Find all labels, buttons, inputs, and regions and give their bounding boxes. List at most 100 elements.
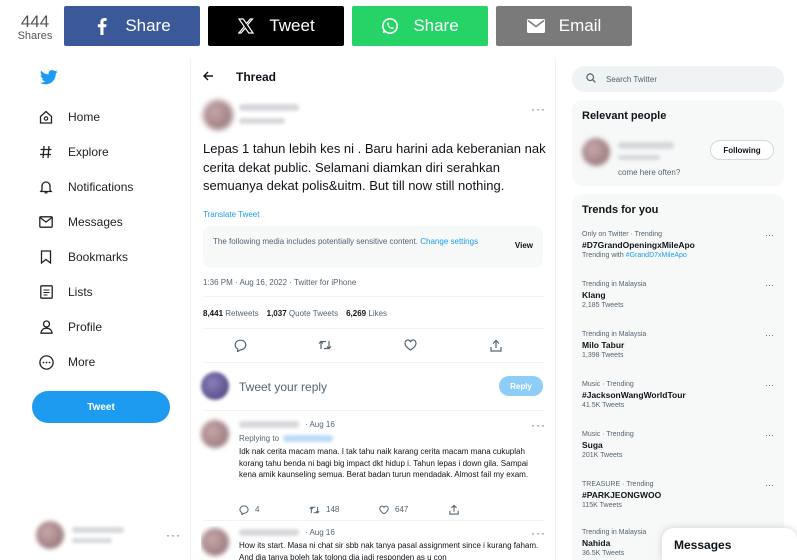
nav-item-more[interactable]: More bbox=[38, 351, 95, 373]
share-count-label: Shares bbox=[17, 30, 53, 42]
replying-to: Replying to bbox=[239, 434, 334, 443]
home-icon bbox=[38, 109, 54, 125]
search-input[interactable]: Search Twitter bbox=[572, 66, 784, 92]
reply-share[interactable] bbox=[449, 504, 519, 515]
like-icon[interactable] bbox=[404, 338, 418, 352]
translate-tweet-link[interactable]: Translate Tweet bbox=[203, 210, 259, 219]
trend-item[interactable]: TREASURE · Trending #PARKJEONGWOO 115K T… bbox=[582, 480, 774, 510]
author-avatar[interactable] bbox=[203, 100, 233, 130]
nav-item-profile[interactable]: Profile bbox=[38, 316, 102, 338]
reply-date: · Aug 16 bbox=[305, 420, 335, 429]
trends-panel: Trends for you Only on Twitter · Trendin… bbox=[572, 194, 784, 560]
trend-more-icon[interactable]: ··· bbox=[765, 330, 774, 340]
facebook-share-button[interactable]: Share bbox=[64, 6, 200, 46]
account-more-icon[interactable]: ··· bbox=[166, 528, 181, 542]
reply-input[interactable]: Tweet your reply bbox=[239, 380, 327, 394]
reply-icon[interactable] bbox=[233, 338, 247, 352]
whatsapp-share-label: Share bbox=[413, 16, 459, 35]
envelope-icon bbox=[38, 214, 54, 230]
nav-label-profile: Profile bbox=[68, 320, 103, 334]
likes-stat[interactable]: 6,269 Likes bbox=[346, 309, 387, 318]
relevant-person-name-blurred[interactable] bbox=[618, 142, 674, 149]
whatsapp-icon bbox=[381, 17, 399, 35]
reply-actions: 4 148 647 bbox=[239, 504, 519, 515]
trend-item[interactable]: Trending in Malaysia Klang 2,185 Tweets … bbox=[582, 280, 774, 310]
left-nav: Home Explore Notifications Messages Book… bbox=[28, 58, 188, 560]
nav-item-lists[interactable]: Lists bbox=[38, 281, 93, 303]
email-share-button[interactable]: Email bbox=[496, 6, 632, 46]
x-icon bbox=[237, 17, 255, 35]
reply-tweet[interactable]: · Aug 16 ··· Replying to Idk nak cerita … bbox=[201, 418, 547, 522]
reply-name-blurred bbox=[239, 529, 299, 536]
retweet-icon[interactable] bbox=[318, 338, 332, 352]
trend-item[interactable]: Trending in Malaysia Milo Tabur 1,398 Tw… bbox=[582, 330, 774, 360]
quotes-stat[interactable]: 1,037 Quote Tweets bbox=[267, 309, 338, 318]
nav-item-notifications[interactable]: Notifications bbox=[38, 176, 133, 198]
nav-label-bookmarks: Bookmarks bbox=[68, 250, 129, 264]
nav-label-messages: Messages bbox=[68, 215, 123, 229]
reply-composer: Tweet your reply Reply bbox=[201, 368, 547, 408]
relevant-person-avatar[interactable] bbox=[582, 138, 610, 166]
reply-author: · Aug 16 bbox=[239, 420, 335, 429]
trend-more-icon[interactable]: ··· bbox=[765, 230, 774, 240]
reply-retweets[interactable]: 148 bbox=[309, 504, 379, 515]
divider bbox=[203, 520, 545, 521]
person-icon bbox=[38, 319, 54, 335]
reply-likes[interactable]: 647 bbox=[379, 504, 449, 515]
nav-item-bookmarks[interactable]: Bookmarks bbox=[38, 246, 128, 268]
user-avatar bbox=[201, 372, 229, 400]
tweet-more-icon[interactable]: ··· bbox=[531, 102, 546, 116]
view-media-button[interactable]: View bbox=[515, 240, 533, 252]
back-arrow-icon[interactable] bbox=[203, 70, 214, 84]
divider bbox=[203, 296, 545, 297]
trend-item[interactable]: Music · Trending #JacksonWangWorldTour 4… bbox=[582, 380, 774, 410]
reply-more-icon[interactable]: ··· bbox=[531, 418, 546, 432]
trend-more-icon[interactable]: ··· bbox=[765, 280, 774, 290]
reply-avatar bbox=[201, 420, 229, 448]
account-handle-blurred bbox=[72, 538, 112, 543]
reply-button[interactable]: Reply bbox=[499, 376, 543, 396]
reply-name-blurred bbox=[239, 421, 299, 428]
messages-drawer[interactable]: Messages bbox=[662, 528, 797, 560]
following-button[interactable]: Following bbox=[710, 140, 774, 160]
twitter-screenshot: Home Explore Notifications Messages Book… bbox=[0, 58, 797, 560]
x-tweet-label: Tweet bbox=[269, 16, 315, 35]
share-icon[interactable] bbox=[489, 338, 503, 352]
reply-avatar bbox=[201, 528, 229, 556]
x-tweet-button[interactable]: Tweet bbox=[208, 6, 344, 46]
tweet-timestamp: 1:36 PM · Aug 16, 2022 · Twitter for iPh… bbox=[203, 278, 357, 287]
trend-more-icon[interactable]: ··· bbox=[765, 430, 774, 440]
retweets-stat[interactable]: 8,441 Retweets bbox=[203, 309, 259, 318]
twitter-bird-icon[interactable] bbox=[40, 70, 60, 88]
account-switcher[interactable]: ··· bbox=[36, 520, 186, 550]
nav-item-explore[interactable]: Explore bbox=[38, 141, 109, 163]
nav-item-messages[interactable]: Messages bbox=[38, 211, 123, 233]
search-icon bbox=[586, 73, 596, 85]
reply-more-icon[interactable]: ··· bbox=[531, 526, 546, 540]
facebook-share-label: Share bbox=[125, 16, 171, 35]
account-avatar bbox=[36, 521, 64, 549]
replying-to-handle-blurred[interactable] bbox=[283, 435, 334, 442]
author-name-blurred bbox=[239, 104, 299, 111]
divider bbox=[203, 410, 545, 411]
relevant-person-bio: come here often? bbox=[618, 168, 681, 177]
trend-item[interactable]: Music · Trending Suga 201K Tweets ··· bbox=[582, 430, 774, 460]
relevant-people-panel: Relevant people Following come here ofte… bbox=[572, 100, 784, 186]
nav-item-home[interactable]: Home bbox=[38, 106, 100, 128]
list-icon bbox=[38, 284, 54, 300]
trend-item[interactable]: Only on Twitter · Trending #D7GrandOpeni… bbox=[582, 230, 774, 260]
reply-tweet[interactable]: · Aug 16 ··· How its start. Masa ni chat… bbox=[201, 526, 547, 560]
nav-label-notifications: Notifications bbox=[68, 180, 134, 194]
trend-more-icon[interactable]: ··· bbox=[765, 380, 774, 390]
reply-replies[interactable]: 4 bbox=[239, 504, 309, 515]
search-placeholder: Search Twitter bbox=[606, 74, 657, 84]
hashtag-icon bbox=[38, 144, 54, 160]
whatsapp-share-button[interactable]: Share bbox=[352, 6, 488, 46]
trend-more-icon[interactable]: ··· bbox=[765, 480, 774, 490]
tweet-button[interactable]: Tweet bbox=[32, 391, 170, 423]
change-settings-link[interactable]: Change settings bbox=[420, 237, 478, 246]
reply-author: · Aug 16 bbox=[239, 528, 335, 537]
sensitive-content-notice: The following media includes potentially… bbox=[203, 226, 543, 268]
more-circle-icon bbox=[38, 354, 54, 370]
retweet-icon bbox=[309, 506, 320, 513]
